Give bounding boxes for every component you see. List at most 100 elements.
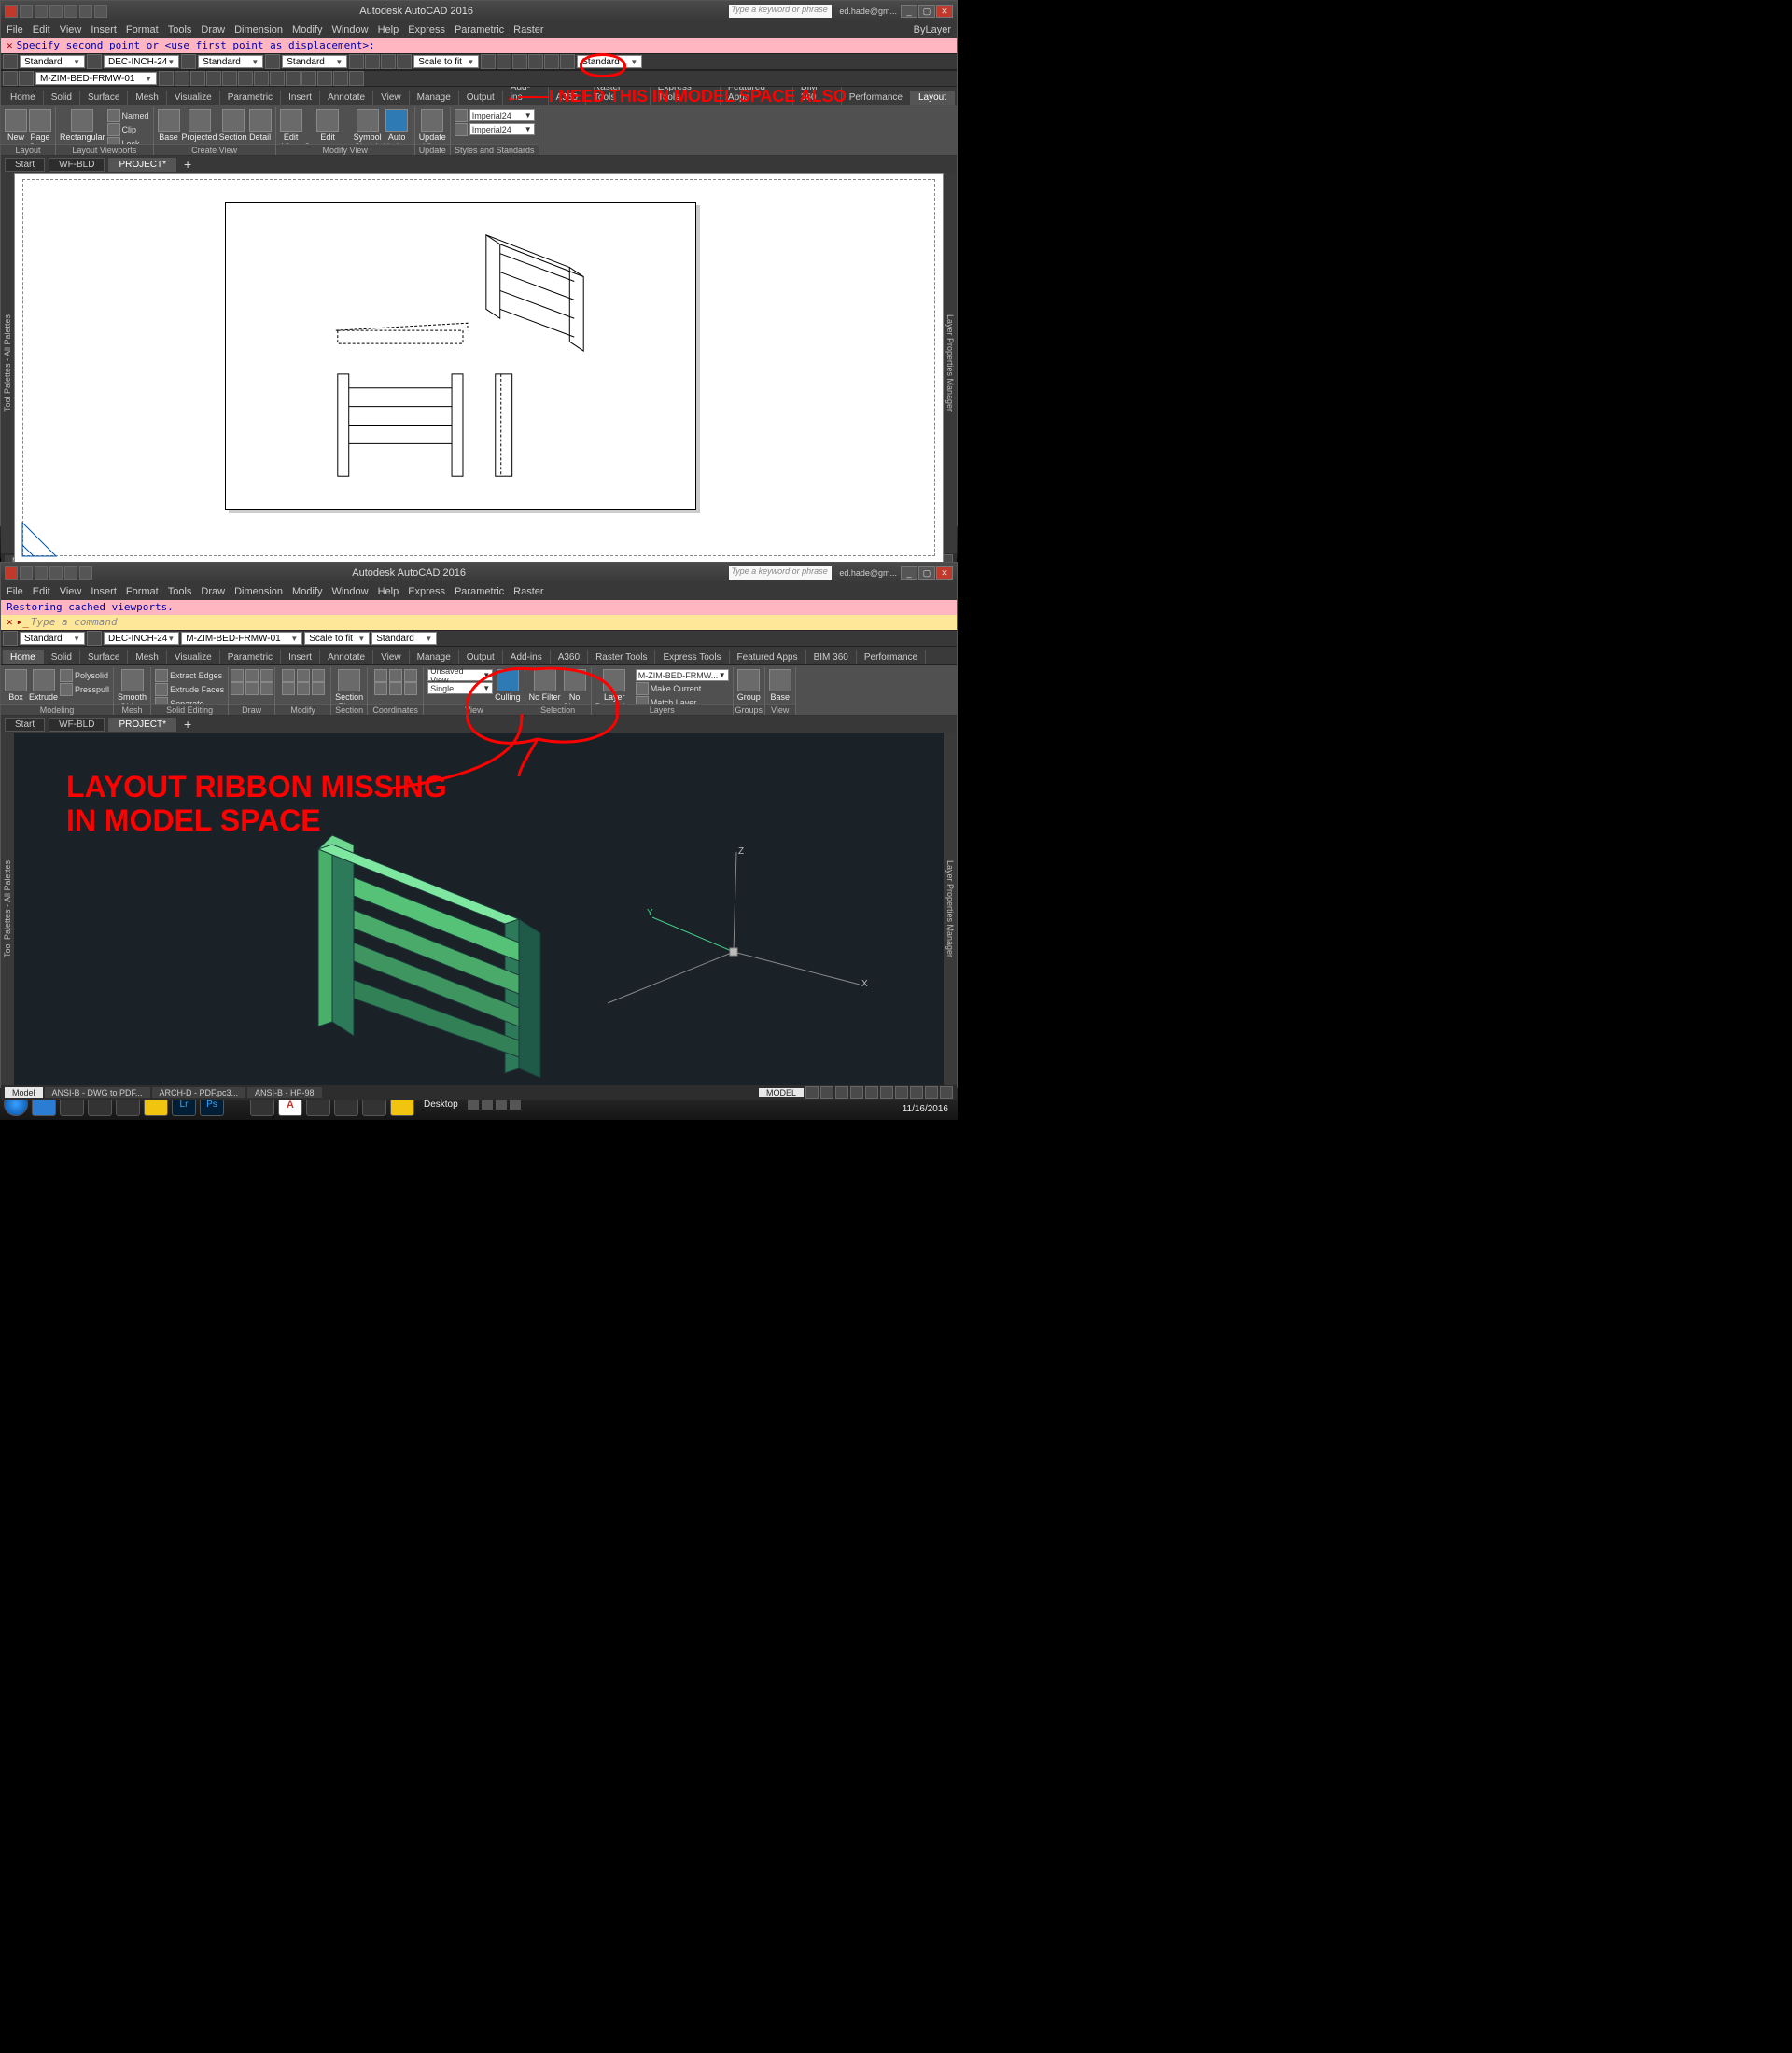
menu-tools[interactable]: Tools [168, 586, 192, 597]
app-menu-icon[interactable] [5, 566, 18, 580]
ribbon-tab-output[interactable]: Output [459, 91, 503, 105]
file-tab-project[interactable]: PROJECT* [108, 158, 176, 172]
textstyle-icon[interactable] [3, 631, 18, 646]
menu-dimension[interactable]: Dimension [234, 24, 283, 35]
menu-insert[interactable]: Insert [91, 586, 117, 597]
mleaderstyle-icon[interactable] [265, 54, 280, 69]
section-button[interactable]: Section [219, 109, 247, 142]
menu-window[interactable]: Window [331, 586, 368, 597]
dimstyle-icon[interactable] [87, 54, 102, 69]
layer-tool-icon[interactable] [301, 71, 316, 86]
menu-draw[interactable]: Draw [201, 24, 225, 35]
ribbon-tab-parametric[interactable]: Parametric [220, 91, 281, 105]
help-search[interactable]: Type a keyword or phrase [729, 566, 832, 580]
ribbon-tab-expresstools[interactable]: Express Tools [651, 87, 721, 105]
style-dropdown[interactable]: Imperial24▼ [469, 123, 535, 135]
menu-format[interactable]: Format [126, 24, 159, 35]
ribbon-tab-mesh[interactable]: Mesh [128, 91, 166, 105]
dimstyle-dropdown[interactable]: DEC-INCH-24▼ [104, 632, 179, 645]
ribbon-tab-annotate[interactable]: Annotate [320, 650, 373, 664]
polysolid-button[interactable]: Polysolid [60, 669, 109, 682]
menu-window[interactable]: Window [331, 24, 368, 35]
tool-icon[interactable] [481, 54, 496, 69]
named-button[interactable]: Named [107, 109, 149, 122]
command-line[interactable]: ✕ Specify second point or <use first poi… [1, 38, 957, 53]
minimize-button[interactable]: _ [901, 566, 917, 580]
status-icon[interactable] [865, 1086, 878, 1099]
app-menu-icon[interactable] [5, 5, 18, 18]
minimize-button[interactable]: _ [901, 5, 917, 18]
tablestyle-icon[interactable] [181, 54, 196, 69]
menu-parametric[interactable]: Parametric [455, 24, 504, 35]
qat-save-icon[interactable] [49, 5, 63, 18]
tool-icon[interactable] [365, 54, 380, 69]
dimstyle-icon[interactable] [87, 631, 102, 646]
coord-icon[interactable] [374, 682, 387, 695]
ribbon-tab-parametric[interactable]: Parametric [220, 650, 281, 664]
mleaderstyle-dropdown[interactable]: Standard▼ [282, 55, 347, 68]
menu-edit[interactable]: Edit [33, 586, 50, 597]
status-icon[interactable] [880, 1086, 893, 1099]
menu-help[interactable]: Help [378, 24, 399, 35]
close-button[interactable]: ✕ [936, 566, 953, 580]
style-icon[interactable] [455, 109, 468, 122]
layer-tool-icon[interactable] [270, 71, 285, 86]
status-icon[interactable] [895, 1086, 908, 1099]
makecurrent-button[interactable]: Make Current [636, 682, 729, 695]
layer-tool-icon[interactable] [238, 71, 253, 86]
layer-tool-icon[interactable] [190, 71, 205, 86]
group-button[interactable]: Group [737, 669, 761, 702]
ribbon-tab-visualize[interactable]: Visualize [167, 650, 220, 664]
user-account[interactable]: ed.hade@gm... [839, 7, 897, 16]
file-tab-add-button[interactable]: + [180, 157, 195, 172]
ribbon-tab-visualize[interactable]: Visualize [167, 91, 220, 105]
qat-plot-icon[interactable] [94, 5, 107, 18]
ribbon-tab-layout[interactable]: Layout [911, 91, 955, 105]
cmdline-close-icon[interactable]: ✕ [7, 38, 13, 53]
menu-view[interactable]: View [60, 586, 82, 597]
layer-tool-icon[interactable] [159, 71, 174, 86]
status-icon[interactable] [940, 1086, 953, 1099]
tool-icon[interactable] [381, 54, 396, 69]
status-icon[interactable] [925, 1086, 938, 1099]
file-tab-wfbld[interactable]: WF-BLD [49, 158, 105, 172]
qat-undo-icon[interactable] [64, 5, 77, 18]
status-icon[interactable] [805, 1086, 819, 1099]
cmdline-close-icon[interactable]: ✕ [7, 615, 13, 630]
layer-tool-icon[interactable] [222, 71, 237, 86]
file-tab-add-button[interactable]: + [180, 717, 195, 732]
tool-icon[interactable] [512, 54, 527, 69]
btab-ansi-dwg[interactable]: ANSI-B - DWG to PDF... [45, 1087, 150, 1098]
paper-space-canvas[interactable] [14, 173, 944, 565]
style-icon[interactable] [455, 123, 468, 136]
menu-parametric[interactable]: Parametric [455, 586, 504, 597]
menu-modify[interactable]: Modify [292, 586, 322, 597]
ribbon-tab-manage[interactable]: Manage [410, 91, 459, 105]
tool-icon[interactable] [544, 54, 559, 69]
file-tab-start[interactable]: Start [5, 718, 45, 732]
menu-edit[interactable]: Edit [33, 24, 50, 35]
ribbon-tab-addins[interactable]: Add-ins [503, 87, 549, 105]
status-icon[interactable] [910, 1086, 923, 1099]
layer-tool-icon[interactable] [286, 71, 301, 86]
tool-palettes-panel[interactable]: Tool Palettes - All Palettes [1, 173, 14, 553]
tool-icon[interactable] [397, 54, 412, 69]
ribbon-tab-featuredapps[interactable]: Featured Apps [721, 87, 793, 105]
maximize-button[interactable]: ▢ [918, 5, 935, 18]
btab-ansi-hp[interactable]: ANSI-B - HP-98 [247, 1087, 322, 1098]
textstyle-dropdown[interactable]: Standard▼ [20, 55, 85, 68]
tool-palettes-panel[interactable]: Tool Palettes - All Palettes [1, 733, 14, 1085]
coord-icon[interactable] [404, 682, 417, 695]
extrudefaces-button[interactable]: Extrude Faces [155, 683, 224, 696]
menu-raster[interactable]: Raster [513, 586, 543, 597]
draw-icon[interactable] [260, 669, 273, 682]
viewport-frame[interactable] [225, 202, 696, 510]
base-button[interactable]: Base [769, 669, 791, 702]
help-search[interactable]: Type a keyword or phrase [729, 5, 832, 18]
ribbon-tab-insert[interactable]: Insert [281, 650, 320, 664]
menu-express[interactable]: Express [408, 586, 445, 597]
tool-icon[interactable] [497, 54, 511, 69]
ribbon-tab-surface[interactable]: Surface [80, 91, 128, 105]
draw-icon[interactable] [231, 682, 244, 695]
ribbon-tab-solid[interactable]: Solid [44, 650, 80, 664]
